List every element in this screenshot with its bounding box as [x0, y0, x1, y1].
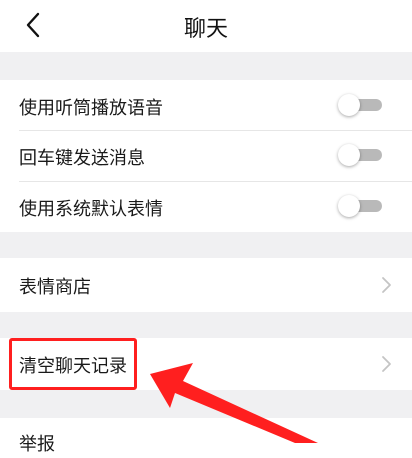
header-bar: 聊天 [0, 0, 412, 52]
toggle-switch[interactable] [338, 195, 382, 217]
row-label: 举报 [19, 434, 55, 455]
row-report[interactable]: 举报 [0, 418, 412, 458]
setting-label: 回车键发送消息 [19, 148, 145, 169]
setting-row-default-emoji[interactable]: 使用系统默认表情 [0, 182, 412, 232]
page-title: 聊天 [183, 17, 228, 42]
row-label: 表情商店 [19, 277, 91, 298]
chevron-right-icon [382, 277, 391, 293]
chevron-right-icon [382, 356, 391, 372]
setting-label: 使用听筒播放语音 [19, 98, 163, 119]
setting-row-use-earpiece[interactable]: 使用听筒播放语音 [0, 80, 412, 130]
setting-label: 使用系统默认表情 [19, 199, 163, 220]
toggle-switch[interactable] [338, 94, 382, 116]
row-sticker-store[interactable]: 表情商店 [0, 258, 412, 312]
toggle-switch[interactable] [338, 144, 382, 166]
highlight-annotation-box [9, 338, 137, 390]
setting-row-enter-to-send[interactable]: 回车键发送消息 [0, 131, 412, 181]
toggle-settings-group: 使用听筒播放语音 回车键发送消息 使用系统默认表情 [0, 80, 412, 232]
